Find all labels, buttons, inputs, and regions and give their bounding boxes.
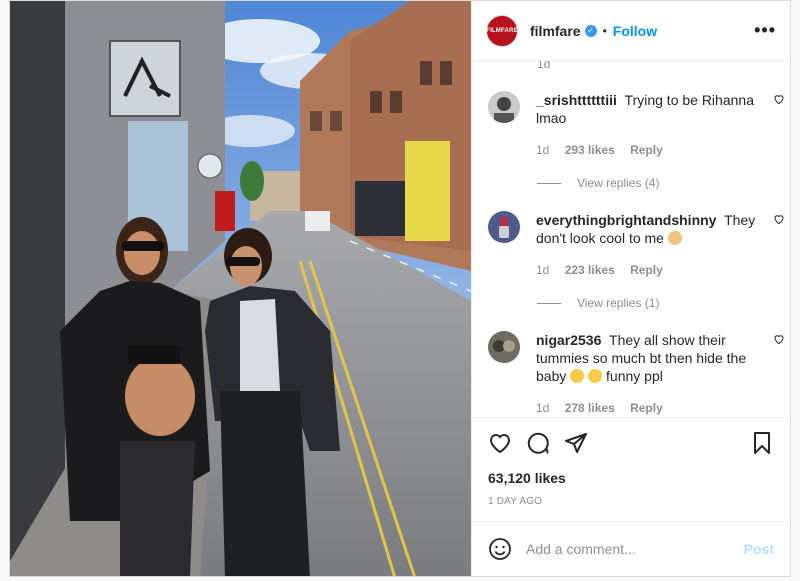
post-date[interactable]: 1 DAY AGO (488, 496, 774, 507)
laughing-emoji-icon (570, 369, 585, 383)
comment-meta: 1d 278 likes Reply (536, 399, 758, 417)
reply-button[interactable]: Reply (630, 143, 663, 157)
commenter-avatar[interactable] (488, 331, 520, 363)
reply-button[interactable]: Reply (630, 401, 663, 415)
more-options-icon[interactable]: ••• (754, 20, 776, 41)
comment-username[interactable]: _srishttttttiii (536, 92, 617, 108)
comment-item: everythingbrightandshinny They don't loo… (488, 211, 784, 279)
comment-likes[interactable]: 278 likes (565, 401, 615, 415)
commenter-avatar[interactable] (488, 211, 520, 243)
like-comment-heart-icon[interactable] (773, 333, 785, 345)
comment-username[interactable]: nigar2536 (536, 332, 601, 348)
likes-count[interactable]: 63,120 likes (488, 470, 774, 486)
separator-dot: • (602, 23, 607, 38)
verified-badge-icon: ✓ (584, 24, 597, 37)
cowboy-emoji-icon (667, 231, 682, 245)
laughing-emoji-icon (588, 369, 603, 383)
view-replies-label[interactable]: View replies (1) (577, 296, 659, 310)
comment-age: 1d (536, 401, 550, 415)
share-paper-plane-icon[interactable] (564, 431, 588, 455)
like-comment-heart-icon[interactable] (773, 93, 785, 105)
comment-username[interactable]: everythingbrightandshinny (536, 212, 716, 228)
comment-text-suffix: funny ppl (606, 368, 663, 384)
account-avatar[interactable]: FILMFARE (486, 14, 518, 47)
comment-meta: 1d 293 likes Reply (536, 141, 758, 159)
view-replies-label[interactable]: View replies (4) (577, 176, 659, 190)
like-heart-icon[interactable] (488, 431, 512, 455)
comment-bubble-icon[interactable] (526, 431, 550, 455)
post-comment-button[interactable]: Post (744, 541, 774, 557)
emoji-smile-icon[interactable] (488, 537, 512, 561)
comment-likes[interactable]: 293 likes (565, 143, 615, 157)
comment-input[interactable] (526, 541, 744, 557)
post-side-panel: FILMFARE filmfare ✓ • Follow ••• 1d _sri… (471, 1, 790, 576)
view-replies[interactable]: View replies (4) (537, 176, 659, 190)
comment-composer: Post (472, 521, 790, 576)
replies-line (537, 302, 561, 304)
street-photo-illustration (10, 1, 471, 576)
post-modal: FILMFARE filmfare ✓ • Follow ••• 1d _sri… (9, 0, 791, 577)
post-actions: 63,120 likes 1 DAY AGO (472, 417, 790, 521)
like-comment-heart-icon[interactable] (773, 213, 785, 225)
reply-button[interactable]: Reply (630, 263, 663, 277)
logo-text: FILMFARE (486, 27, 518, 34)
comment-age: 1d (536, 143, 550, 157)
comment-likes[interactable]: 223 likes (565, 263, 615, 277)
replies-line (537, 182, 561, 184)
follow-button[interactable]: Follow (613, 23, 657, 39)
comments-list[interactable]: 1d _srishttttttiii Trying to be Rihanna … (472, 61, 790, 417)
comment-item: nigar2536 They all show their tummies so… (488, 331, 784, 417)
view-replies[interactable]: View replies (1) (537, 296, 659, 310)
post-photo[interactable] (10, 1, 471, 576)
comment-age-cutoff: 1d (537, 61, 551, 71)
save-bookmark-icon[interactable] (750, 431, 774, 455)
comment-meta: 1d 223 likes Reply (536, 261, 758, 279)
action-icons (488, 418, 774, 468)
commenter-avatar[interactable] (488, 91, 520, 123)
post-header: FILMFARE filmfare ✓ • Follow ••• (472, 1, 790, 61)
account-username[interactable]: filmfare (530, 23, 581, 39)
comment-item: _srishttttttiii Trying to be Rihanna lma… (488, 91, 784, 159)
comment-age: 1d (536, 263, 550, 277)
